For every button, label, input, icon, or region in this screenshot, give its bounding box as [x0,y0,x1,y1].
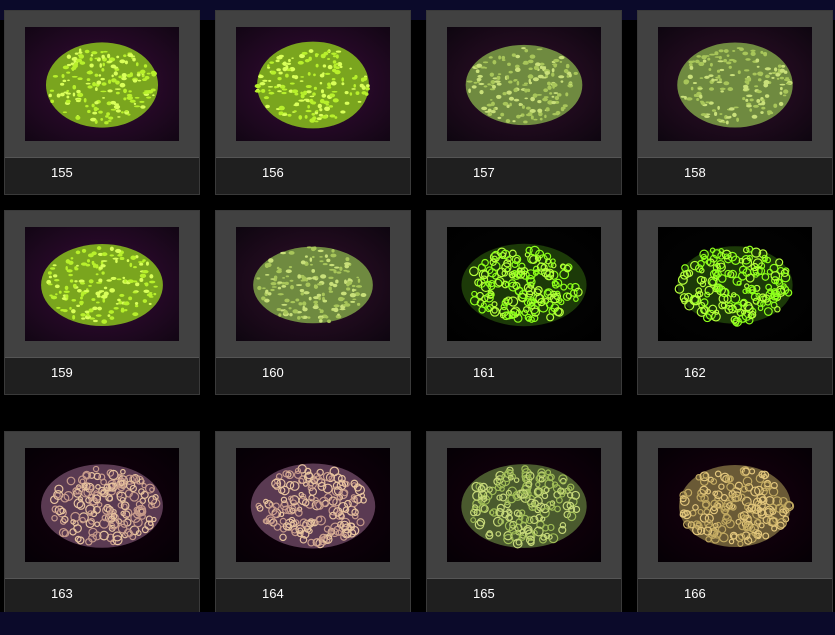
gallery-card[interactable]: 156 [215,10,411,195]
coral-image [236,27,390,141]
coral-thumbnail[interactable] [658,448,812,562]
coral-image [658,227,812,341]
gallery-card[interactable]: 164 [215,431,411,616]
thumbnail-frame[interactable] [5,211,199,358]
item-number: 156 [262,165,284,180]
bottom-bar [0,612,835,635]
gallery-card[interactable]: 165 [426,431,622,616]
thumbnail-frame[interactable] [5,432,199,579]
item-number: 160 [262,365,284,380]
gallery-card[interactable]: 161 [426,210,622,395]
gallery-card[interactable]: 163 [4,431,200,616]
thumbnail-frame[interactable] [638,432,832,579]
coral-thumbnail[interactable] [25,27,179,141]
thumbnail-frame[interactable] [427,432,621,579]
coral-thumbnail[interactable] [25,227,179,341]
thumbnail-frame[interactable] [427,11,621,158]
gallery-card[interactable]: 157 [426,10,622,195]
coral-thumbnail[interactable] [447,227,601,341]
coral-image [658,27,812,141]
gallery-card[interactable]: 155 [4,10,200,195]
item-number: 165 [473,586,495,601]
gallery-card[interactable]: 159 [4,210,200,395]
item-number: 162 [684,365,706,380]
coral-thumbnail[interactable] [658,227,812,341]
coral-thumbnail[interactable] [658,27,812,141]
item-number: 163 [51,586,73,601]
item-number: 161 [473,365,495,380]
gallery-card[interactable]: 160 [215,210,411,395]
coral-image [236,448,390,562]
item-number: 166 [684,586,706,601]
coral-thumbnail[interactable] [447,27,601,141]
coral-thumbnail[interactable] [236,27,390,141]
item-number: 158 [684,165,706,180]
coral-image [236,227,390,341]
thumbnail-frame[interactable] [5,11,199,158]
gallery-card[interactable]: 166 [637,431,833,616]
item-number: 157 [473,165,495,180]
coral-thumbnail[interactable] [447,448,601,562]
coral-image [658,448,812,562]
coral-image [25,448,179,562]
coral-image [447,227,601,341]
coral-thumbnail[interactable] [236,227,390,341]
gallery-card[interactable]: 162 [637,210,833,395]
thumbnail-frame[interactable] [216,432,410,579]
coral-thumbnail[interactable] [25,448,179,562]
thumbnail-frame[interactable] [638,11,832,158]
coral-image [25,227,179,341]
coral-image [447,27,601,141]
item-number: 164 [262,586,284,601]
coral-gallery-grid: 155 156 157 158 159 160 161 162 163 164 … [0,0,835,635]
thumbnail-frame[interactable] [216,11,410,158]
item-number: 155 [51,165,73,180]
thumbnail-frame[interactable] [638,211,832,358]
item-number: 159 [51,365,73,380]
thumbnail-frame[interactable] [427,211,621,358]
coral-thumbnail[interactable] [236,448,390,562]
thumbnail-frame[interactable] [216,211,410,358]
gallery-card[interactable]: 158 [637,10,833,195]
coral-image [447,448,601,562]
coral-image [25,27,179,141]
